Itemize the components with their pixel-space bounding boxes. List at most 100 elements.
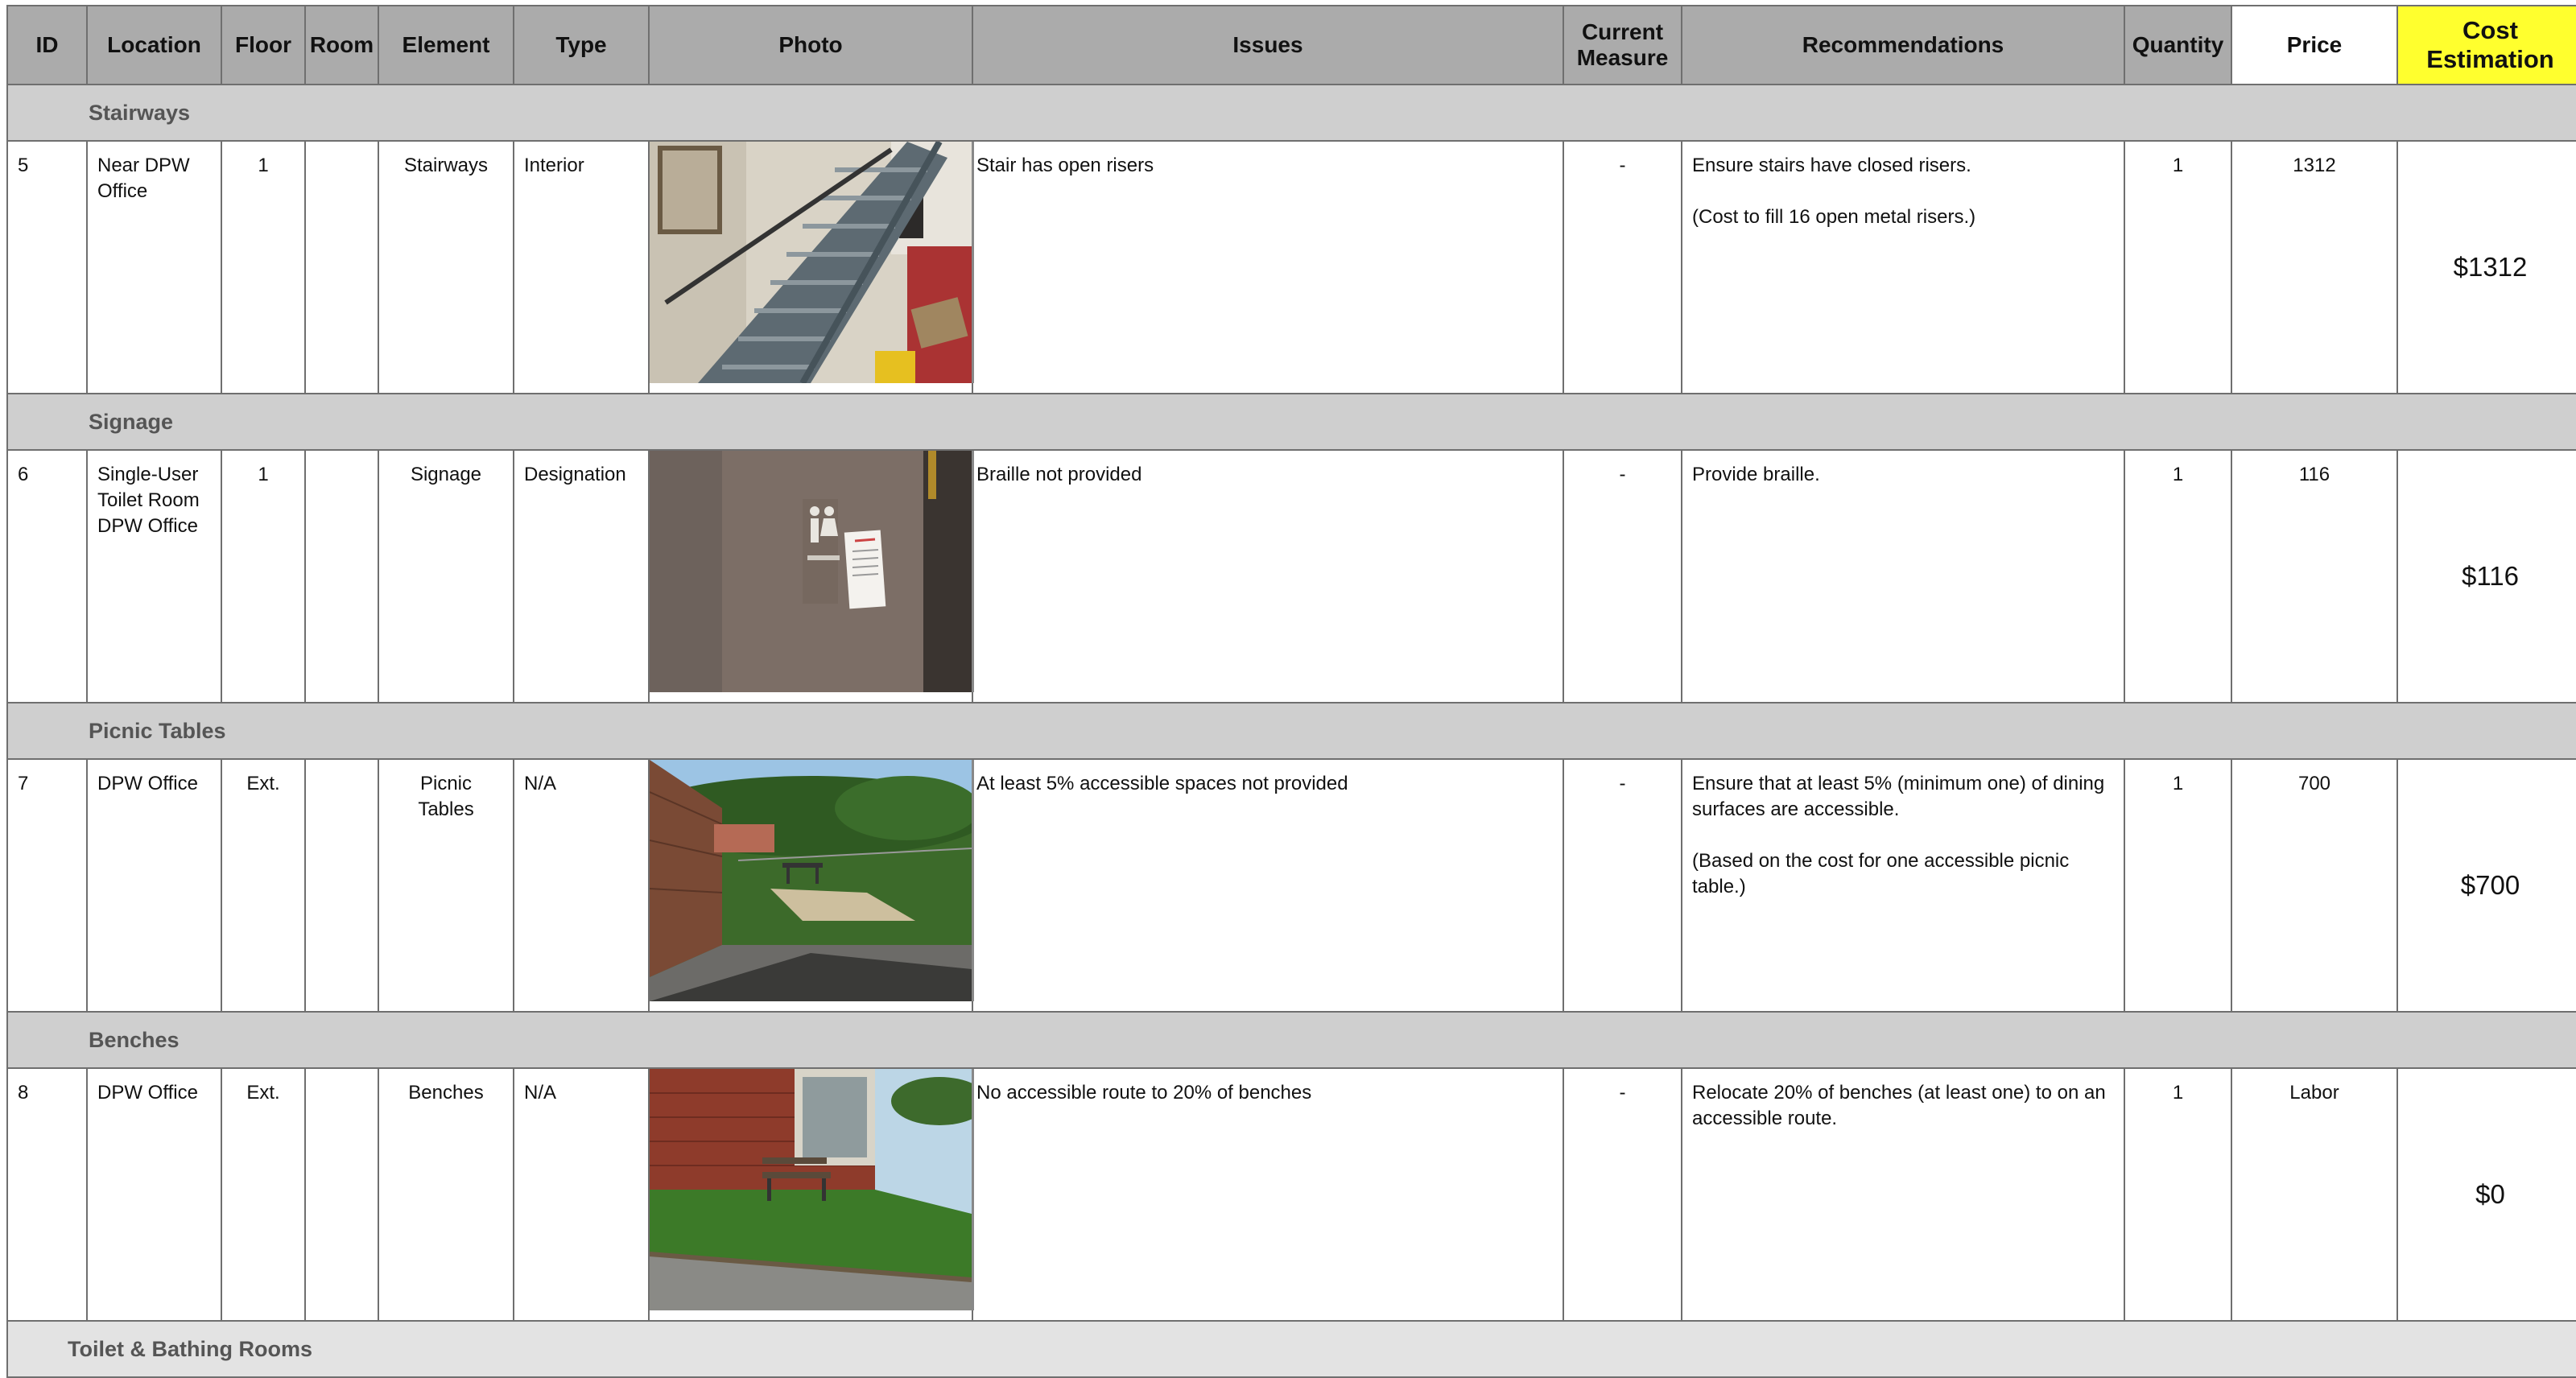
cell-recommendations[interactable]: Provide braille. [1681,449,2125,703]
cell-issues[interactable]: Braille not provided [972,449,1564,703]
cell-location[interactable]: Single-User Toilet Room DPW Office [86,449,222,703]
cell-price[interactable]: Labor [2231,1067,2398,1322]
col-header-room[interactable]: Room [304,5,379,85]
col-header-photo[interactable]: Photo [648,5,973,85]
cell-photo[interactable] [648,140,974,394]
location-line: Toilet Room [97,489,200,511]
cell-quantity[interactable]: 1 [2124,449,2232,703]
cell-current-measure[interactable]: - [1563,758,1682,1013]
stairway-photo[interactable] [650,142,974,383]
col-header-floor[interactable]: Floor [221,5,306,85]
cell-cost-estimation[interactable]: $116 [2396,449,2576,703]
picnic-area-photo[interactable] [650,760,974,1001]
cell-quantity[interactable]: 1 [2124,758,2232,1013]
location-line: Near DPW [97,155,190,176]
section-title[interactable]: Stairways [6,84,2576,142]
cell-type[interactable]: Designation [513,449,650,703]
col-header-issues[interactable]: Issues [972,5,1564,85]
header-row: ID Location Floor Room Element Type Phot… [6,5,2576,85]
section-title[interactable]: Signage [6,393,2576,451]
col-header-quantity[interactable]: Quantity [2124,5,2232,85]
cell-recommendations[interactable]: Ensure that at least 5% (minimum one) of… [1681,758,2125,1013]
cell-location[interactable]: DPW Office [86,758,222,1013]
cell-room[interactable] [304,140,379,394]
section-title[interactable]: Toilet & Bathing Rooms [6,1320,2576,1378]
cell-current-measure[interactable]: - [1563,140,1682,394]
section-header-row: Benches [6,1011,2576,1069]
cell-id[interactable]: 5 [6,140,88,394]
cell-room[interactable] [304,449,379,703]
cell-issues[interactable]: Stair has open risers [972,140,1564,394]
col-header-price[interactable]: Price [2231,5,2398,85]
section-header-row: Signage [6,393,2576,451]
col-header-type[interactable]: Type [513,5,650,85]
cell-price[interactable]: 116 [2231,449,2398,703]
section-header-row: Toilet & Bathing Rooms [6,1320,2576,1378]
table-row[interactable]: 6 Single-User Toilet Room DPW Office 1 S… [6,449,2576,703]
cell-location[interactable]: Near DPW Office [86,140,222,394]
cell-id[interactable]: 7 [6,758,88,1013]
cell-id[interactable]: 6 [6,449,88,703]
cell-room[interactable] [304,1067,379,1322]
cell-current-measure[interactable]: - [1563,1067,1682,1322]
cell-price[interactable]: 1312 [2231,140,2398,394]
cell-type[interactable]: N/A [513,758,650,1013]
col-header-location[interactable]: Location [86,5,222,85]
recommendation-text: Ensure stairs have closed risers. [1692,155,1971,176]
element-line: Stairways [403,155,489,176]
recommendation-text: (Cost to fill 16 open metal risers.) [1692,206,1976,228]
section-title[interactable]: Picnic Tables [6,702,2576,760]
cell-quantity[interactable]: 1 [2124,1067,2232,1322]
cell-floor[interactable]: 1 [221,449,306,703]
cell-issues[interactable]: No accessible route to 20% of benches [972,1067,1564,1322]
cell-cost-estimation[interactable]: $1312 [2396,140,2576,394]
col-header-id[interactable]: ID [6,5,88,85]
element-line: Tables [418,798,474,820]
cell-floor[interactable]: 1 [221,140,306,394]
cell-element[interactable]: Benches [378,1067,514,1322]
cell-element[interactable]: Stairways [378,140,514,394]
current-measure-line2: Measure [1576,45,1669,70]
cell-type[interactable]: Interior [513,140,650,394]
cell-photo[interactable] [648,758,974,1013]
element-line: Signage [410,464,482,485]
cell-cost-estimation[interactable]: $0 [2396,1067,2576,1322]
stairway-photo-image [650,142,972,383]
cell-room[interactable] [304,758,379,1013]
cell-floor[interactable]: Ext. [221,758,306,1013]
location-line: DPW Office [97,1082,198,1104]
col-header-element[interactable]: Element [378,5,514,85]
cell-cost-estimation[interactable]: $700 [2396,758,2576,1013]
cell-floor[interactable]: Ext. [221,1067,306,1322]
cell-quantity[interactable]: 1 [2124,140,2232,394]
section-header-row: Stairways [6,84,2576,142]
recommendation-text: Provide braille. [1692,464,1820,485]
table-row[interactable]: 5 Near DPW Office 1 Stairways Interior S… [6,140,2576,394]
cell-photo[interactable] [648,1067,974,1322]
bench-photo[interactable] [650,1069,974,1310]
location-line: DPW Office [97,515,198,537]
element-line: Picnic [419,773,473,794]
cell-element[interactable]: Picnic Tables [378,758,514,1013]
location-line: Office [97,180,148,202]
assessment-table: ID Location Floor Room Element Type Phot… [6,5,2576,1378]
cell-id[interactable]: 8 [6,1067,88,1322]
cell-price[interactable]: 700 [2231,758,2398,1013]
cell-location[interactable]: DPW Office [86,1067,222,1322]
table-row[interactable]: 7 DPW Office Ext. Picnic Tables N/A At l… [6,758,2576,1013]
col-header-cost-estimation[interactable]: Cost Estimation [2396,5,2576,85]
cell-type[interactable]: N/A [513,1067,650,1322]
section-title[interactable]: Benches [6,1011,2576,1069]
col-header-current-measure[interactable]: Current Measure [1563,5,1682,85]
restroom-sign-photo[interactable] [650,451,974,692]
cell-issues[interactable]: At least 5% accessible spaces not provid… [972,758,1564,1013]
col-header-recommendations[interactable]: Recommendations [1681,5,2125,85]
restroom-sign-photo-image [650,451,972,692]
cell-recommendations[interactable]: Relocate 20% of benches (at least one) t… [1681,1067,2125,1322]
table-row[interactable]: 8 DPW Office Ext. Benches N/A No accessi… [6,1067,2576,1322]
cell-element[interactable]: Signage [378,449,514,703]
recommendation-text: (Based on the cost for one accessible pi… [1692,850,2070,897]
cell-photo[interactable] [648,449,974,703]
cell-current-measure[interactable]: - [1563,449,1682,703]
cell-recommendations[interactable]: Ensure stairs have closed risers. (Cost … [1681,140,2125,394]
